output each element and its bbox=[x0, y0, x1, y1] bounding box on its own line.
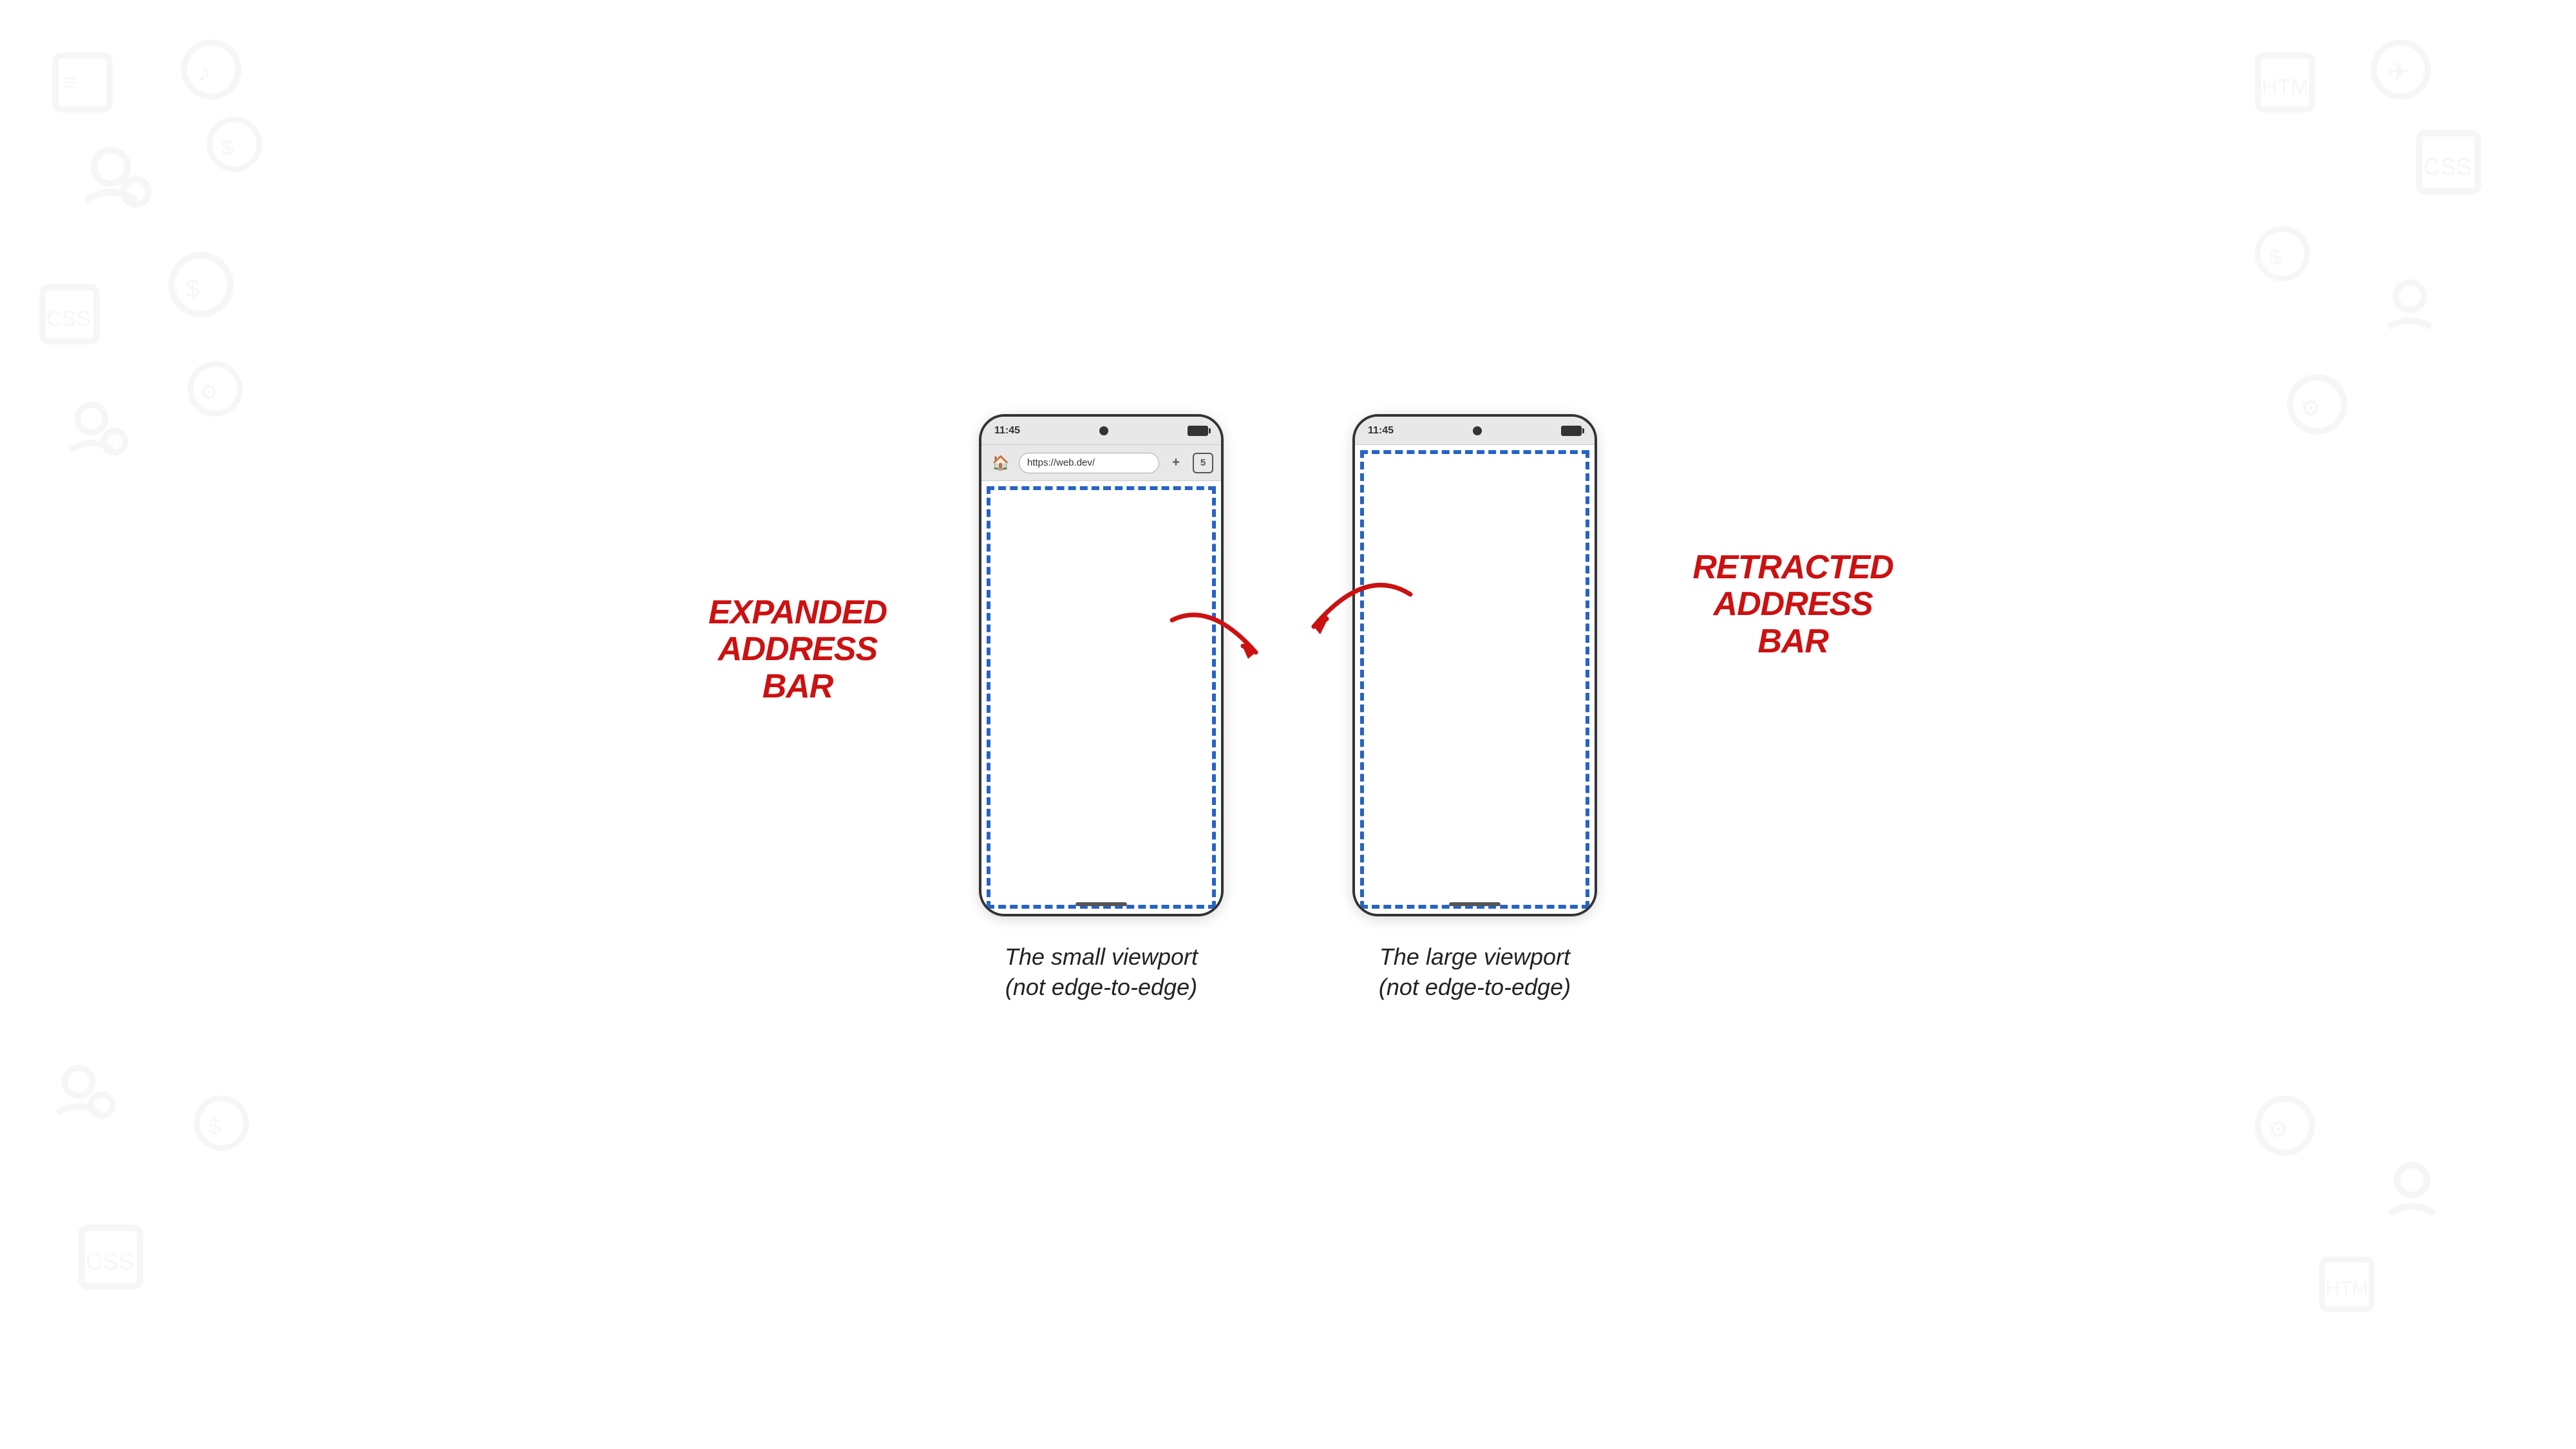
retracted-arrow bbox=[1262, 575, 1423, 665]
retracted-phone-section: Retracted Address Bar 11:45 bbox=[1352, 414, 1597, 1003]
expanded-dashed-border bbox=[987, 486, 1216, 909]
expanded-address-bar: 🏠 https://web.dev/ + 5 bbox=[981, 445, 1221, 481]
expanded-annotation: Expanded Address Bar bbox=[708, 594, 887, 705]
main-content: Expanded Address Bar 11:45 bbox=[0, 0, 2576, 1449]
expanded-label: Expanded Address Bar bbox=[708, 594, 887, 705]
retracted-dashed-border bbox=[1360, 450, 1589, 909]
retracted-viewport bbox=[1355, 445, 1595, 914]
retracted-annotation: Retracted Address Bar bbox=[1692, 549, 1893, 660]
retracted-battery bbox=[1561, 426, 1582, 436]
expanded-caption: The small viewport (not edge-to-edge) bbox=[1005, 942, 1198, 1003]
retracted-label: Retracted Address Bar bbox=[1692, 549, 1893, 660]
expanded-battery bbox=[1188, 426, 1208, 436]
tabs-button[interactable]: 5 bbox=[1193, 453, 1213, 473]
retracted-caption: The large viewport (not edge-to-edge) bbox=[1379, 942, 1571, 1003]
url-text: https://web.dev/ bbox=[1027, 457, 1095, 468]
home-button[interactable]: 🏠 bbox=[989, 451, 1012, 475]
phones-container: Expanded Address Bar 11:45 bbox=[979, 414, 1597, 1003]
expanded-viewport bbox=[981, 481, 1221, 914]
expanded-home-bar bbox=[1075, 902, 1127, 906]
expanded-camera bbox=[1099, 426, 1108, 435]
url-bar[interactable]: https://web.dev/ bbox=[1019, 453, 1159, 473]
expanded-time: 11:45 bbox=[994, 425, 1020, 437]
retracted-time: 11:45 bbox=[1368, 425, 1394, 437]
expanded-status-bar: 11:45 bbox=[981, 417, 1221, 445]
retracted-home-bar bbox=[1449, 902, 1501, 906]
retracted-phone: 11:45 bbox=[1352, 414, 1597, 916]
new-tab-button[interactable]: + bbox=[1166, 453, 1186, 473]
expanded-phone-section: Expanded Address Bar 11:45 bbox=[979, 414, 1224, 1003]
retracted-camera bbox=[1473, 426, 1482, 435]
retracted-status-bar: 11:45 bbox=[1355, 417, 1595, 445]
